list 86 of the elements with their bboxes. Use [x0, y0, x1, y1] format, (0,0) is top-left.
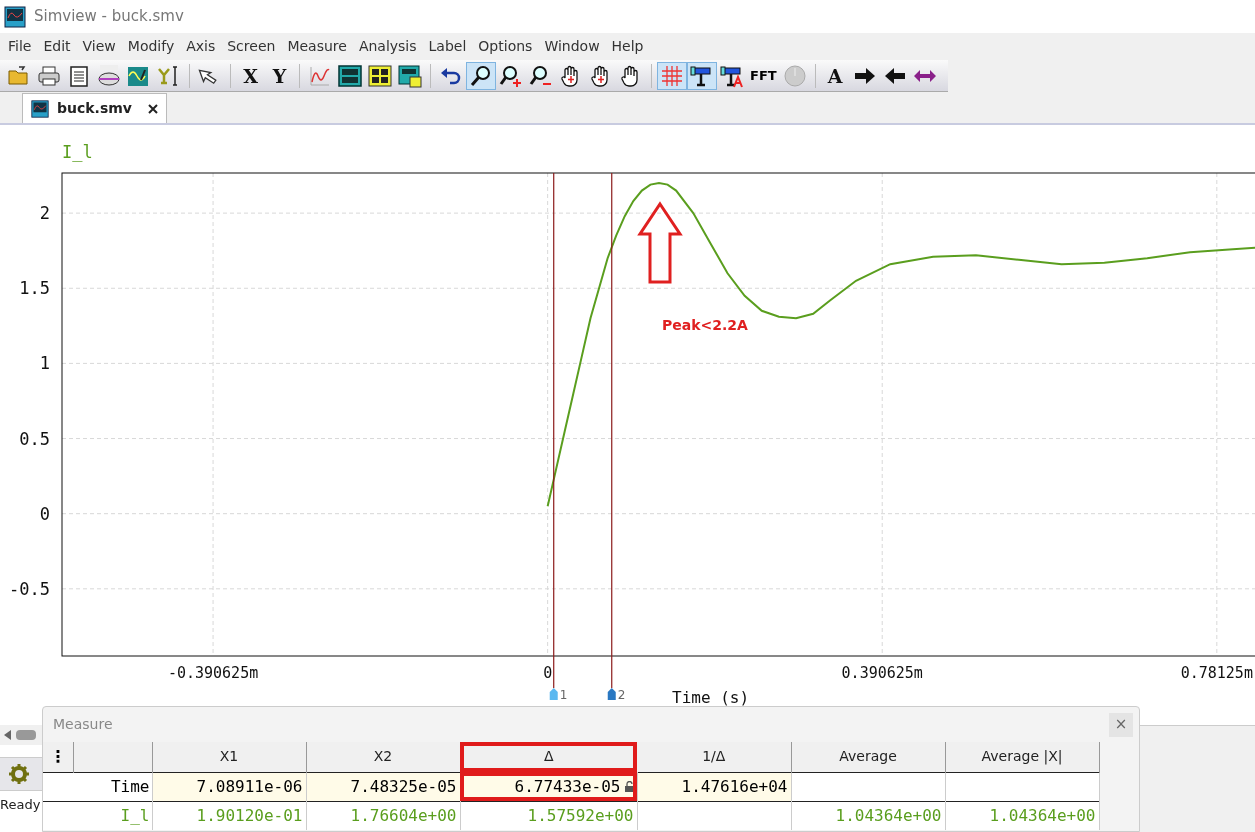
- quad-panel-icon: [368, 63, 392, 88]
- file-icon: [31, 99, 49, 118]
- toolbar-button[interactable]: Y: [265, 61, 294, 90]
- disc-icon: [97, 63, 121, 88]
- value-cell: 1.04364e+00: [791, 801, 945, 830]
- window-title: Simview - buck.smv: [34, 6, 184, 28]
- value-cell: 1.57592e+00: [460, 801, 637, 830]
- letter-icon: X: [243, 63, 258, 88]
- tab-label: buck.smv: [57, 99, 132, 118]
- x-tick-label: 0.78125m: [1180, 664, 1253, 682]
- column-header: Average: [791, 742, 945, 772]
- toolbar-button[interactable]: [687, 61, 717, 90]
- folder-icon: [7, 63, 31, 88]
- x-tick-label: 0.390625m: [841, 664, 923, 682]
- gear-icon[interactable]: [8, 763, 30, 785]
- cursor-number: 1: [559, 688, 568, 702]
- search-icon: [469, 63, 493, 88]
- grid-icon: [660, 63, 684, 88]
- annotation-text: Peak<2.2A: [662, 317, 748, 333]
- y-tick-label: 0: [39, 503, 50, 524]
- menu-item[interactable]: Axis: [180, 36, 222, 57]
- printer-icon: [37, 63, 61, 88]
- toolbar-button[interactable]: X: [236, 61, 265, 90]
- lock-icon[interactable]: [624, 781, 634, 792]
- value-cell: 1.90120e-01: [152, 801, 306, 830]
- value-cell: 1.47616e+04: [637, 772, 791, 801]
- y-tick-label: 0.5: [19, 428, 50, 449]
- probe-icon: [720, 63, 744, 88]
- menu-item[interactable]: View: [76, 36, 122, 57]
- cursor-marker[interactable]: [549, 688, 558, 700]
- cursor-marker[interactable]: [607, 688, 616, 700]
- cursor-number: 2: [617, 688, 626, 702]
- letter-icon: Y: [272, 63, 287, 88]
- document-tab[interactable]: buck.smv: [22, 93, 167, 123]
- table-menu[interactable]: ⋮: [43, 742, 73, 772]
- menu-item[interactable]: Measure: [281, 36, 353, 57]
- value-cell: 1.76604e+00: [306, 801, 460, 830]
- trace-label: I_l: [62, 142, 93, 162]
- panel-icon: [338, 63, 362, 88]
- probe-icon: [690, 63, 714, 88]
- scroll-left-icon[interactable]: [4, 730, 12, 740]
- menu-item[interactable]: File: [2, 36, 38, 57]
- toolbar-button[interactable]: A: [820, 61, 850, 90]
- menu-item[interactable]: Analysis: [352, 36, 423, 57]
- x-tick-label: -0.390625m: [167, 664, 259, 682]
- value-cell: 7.08911e-06: [152, 772, 306, 801]
- panel-add-icon: [398, 63, 422, 88]
- column-header: Δ: [460, 742, 637, 772]
- panel-title: Measure: [53, 715, 113, 734]
- value-cell: 6.77433e-05: [460, 772, 637, 801]
- zoom-in-icon: [499, 63, 523, 88]
- menu-item[interactable]: Screen: [221, 36, 282, 57]
- row-label: I_l: [43, 801, 152, 830]
- menu-item[interactable]: Help: [605, 36, 650, 57]
- fft-label: FFT: [750, 66, 777, 85]
- zoom-out-icon: [529, 63, 553, 88]
- axis-title: Time (s): [672, 688, 750, 707]
- column-header: 1/Δ: [637, 742, 791, 772]
- toolbar-button[interactable]: [466, 61, 496, 90]
- x-tick-label: 0: [543, 664, 553, 682]
- y-tick-label: -0.5: [9, 578, 50, 599]
- y-tick-label: 1.5: [19, 278, 50, 299]
- scrollbar-thumb[interactable]: [16, 730, 36, 740]
- toolbar-button[interactable]: FFT: [747, 61, 780, 90]
- column-header: X2: [306, 742, 460, 772]
- column-header: Average |X|: [945, 742, 1099, 772]
- letter-icon: A: [827, 63, 843, 88]
- y-tick-label: 1: [39, 353, 50, 374]
- app-icon: [4, 5, 26, 28]
- menu-item[interactable]: Window: [538, 36, 606, 57]
- value-cell: 7.48325e-05: [306, 772, 460, 801]
- menu-item[interactable]: Modify: [121, 36, 181, 57]
- column-header: X1: [152, 742, 306, 772]
- close-button[interactable]: ×: [1109, 712, 1133, 737]
- cursor-line[interactable]: [553, 172, 555, 689]
- cursor-line[interactable]: [611, 172, 613, 689]
- clipboard-icon: [67, 63, 91, 88]
- menu-item[interactable]: Edit: [37, 36, 77, 57]
- value-cell: 1.04364e+00: [945, 801, 1099, 830]
- y-tick-label: 2: [39, 203, 50, 224]
- clock-icon: [782, 63, 807, 88]
- close-icon[interactable]: [147, 103, 158, 114]
- status-text: Ready: [0, 796, 42, 814]
- menu-item[interactable]: Options: [472, 36, 539, 57]
- menu-item[interactable]: Label: [422, 36, 473, 57]
- row-label: Time: [43, 772, 152, 801]
